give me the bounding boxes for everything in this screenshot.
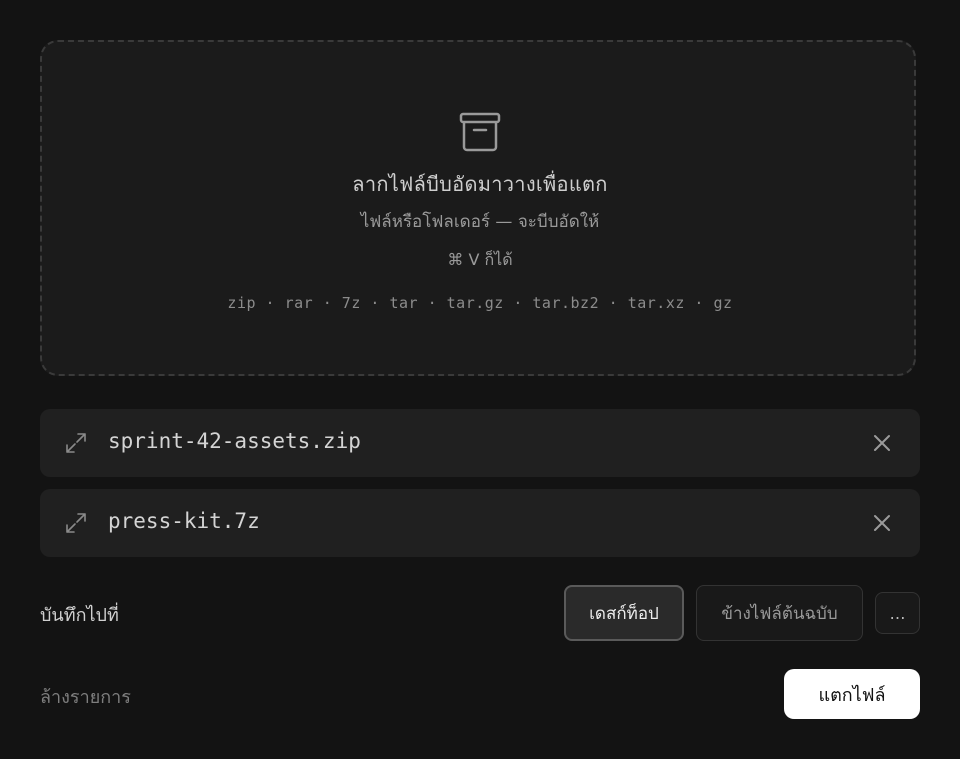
save-destination-label: บันทึกไปที่ (40, 605, 119, 626)
expand-icon (66, 513, 86, 533)
file-row: sprint-42-assets.zip (40, 409, 920, 477)
destination-more-button[interactable]: … (875, 592, 920, 634)
clear-list-button[interactable]: ล้างรายการ (40, 682, 131, 711)
file-name: sprint-42-assets.zip (108, 429, 361, 453)
close-icon[interactable] (872, 433, 892, 453)
drop-zone-title: ลากไฟล์บีบอัดมาวางเพื่อแตก (352, 172, 608, 196)
file-row: press-kit.7z (40, 489, 920, 557)
drop-zone[interactable]: ลากไฟล์บีบอัดมาวางเพื่อแตก ไฟล์หรือโฟลเด… (40, 40, 916, 376)
supported-formats: zip · rar · 7z · tar · tar.gz · tar.bz2 … (227, 294, 733, 312)
extract-button[interactable]: แตกไฟล์ (784, 669, 920, 719)
paste-hint: ⌘ V ก็ได้ (447, 250, 513, 269)
drop-zone-subtitle: ไฟล์หรือโฟลเดอร์ — จะบีบอัดให้ (360, 212, 600, 232)
destination-beside-source-button[interactable]: ข้างไฟล์ต้นฉบับ (696, 585, 863, 641)
extractor-window: ลากไฟล์บีบอัดมาวางเพื่อแตก ไฟล์หรือโฟลเด… (0, 0, 960, 759)
destination-desktop-button[interactable]: เดสก์ท็อป (564, 585, 684, 641)
expand-icon (66, 433, 86, 453)
archive-box-icon (459, 112, 501, 152)
close-icon[interactable] (872, 513, 892, 533)
file-name: press-kit.7z (108, 509, 260, 533)
